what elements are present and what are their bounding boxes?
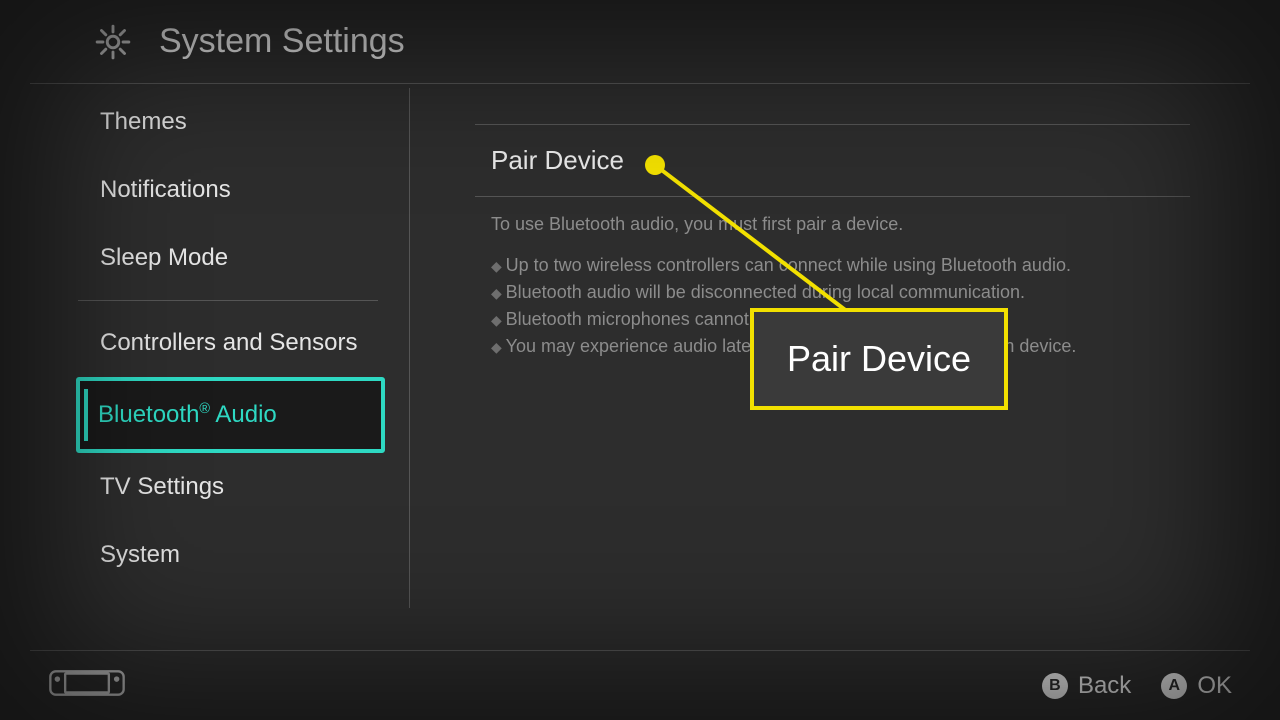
pair-device-description: To use Bluetooth audio, you must first p… xyxy=(475,197,1190,238)
callout-dot xyxy=(645,155,665,175)
sidebar-item-sleep-mode[interactable]: Sleep Mode xyxy=(0,224,409,292)
footer: B Back A OK xyxy=(30,650,1250,720)
bullet-item: Bluetooth audio will be disconnected dur… xyxy=(491,279,1190,306)
ok-label: OK xyxy=(1197,672,1232,700)
back-label: Back xyxy=(1078,672,1131,700)
pair-device-row[interactable]: Pair Device xyxy=(475,125,1190,197)
sidebar: Themes Notifications Sleep Mode Controll… xyxy=(0,84,410,634)
sidebar-item-controllers[interactable]: Controllers and Sensors xyxy=(0,309,409,377)
sidebar-item-notifications[interactable]: Notifications xyxy=(0,156,409,224)
main: Themes Notifications Sleep Mode Controll… xyxy=(0,84,1280,634)
page-title: System Settings xyxy=(159,22,405,61)
sidebar-item-bluetooth-audio[interactable]: Bluetooth® Audio xyxy=(78,379,383,451)
sidebar-divider xyxy=(78,300,378,301)
sidebar-item-system[interactable]: System xyxy=(0,521,409,589)
gear-icon xyxy=(95,24,131,60)
callout-box: Pair Device xyxy=(750,308,1008,410)
b-button-icon: B xyxy=(1042,673,1068,699)
ok-button[interactable]: A OK xyxy=(1161,672,1232,700)
header: System Settings xyxy=(30,0,1250,84)
sidebar-item-themes[interactable]: Themes xyxy=(0,88,409,156)
back-button[interactable]: B Back xyxy=(1042,672,1131,700)
sidebar-item-tv-settings[interactable]: TV Settings xyxy=(0,453,409,521)
bullet-item: Up to two wireless controllers can conne… xyxy=(491,252,1190,279)
console-icon xyxy=(48,668,126,703)
a-button-icon: A xyxy=(1161,673,1187,699)
